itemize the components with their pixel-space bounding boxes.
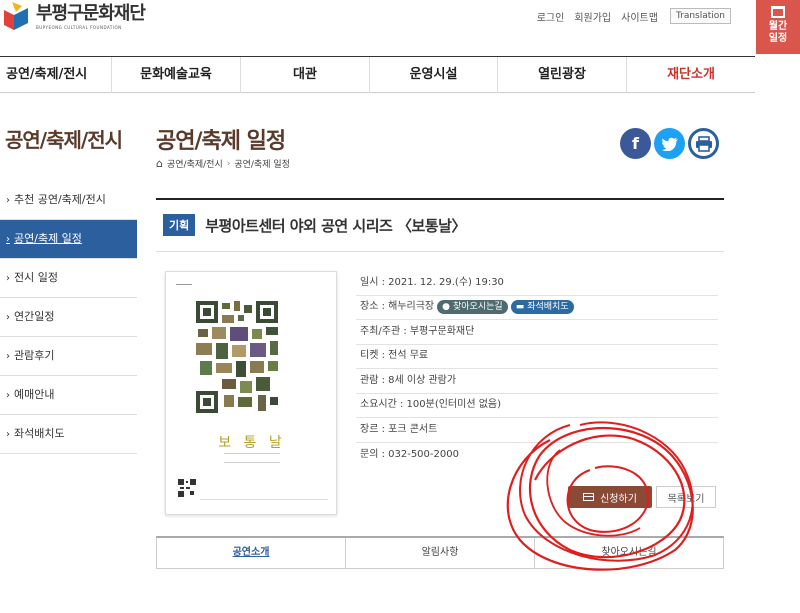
event-title: 부평아트센터 야외 공연 시리즈 〈보통날〉	[205, 216, 466, 235]
facebook-icon[interactable]: f	[620, 128, 651, 159]
sidebar-item-annual[interactable]: › 연간일정	[0, 298, 137, 337]
header: 부평구문화재단 BUPYEONG CULTURAL FOUNDATION 로그인…	[0, 0, 755, 50]
info-row-host: 주최/주관 : 부평구문화재단	[356, 320, 718, 345]
calendar-icon	[771, 6, 785, 18]
sidebar-item-label: 관람후기	[14, 349, 55, 362]
info-row-contact: 문의 : 032-500-2000	[356, 443, 718, 468]
chevron-right-icon: ›	[6, 351, 10, 362]
seat-icon: ▬	[515, 302, 525, 313]
utility-menu: 로그인 회원가입 사이트맵 Translation	[527, 8, 731, 24]
gnb-performance[interactable]: 공연/축제/전시	[0, 57, 112, 93]
location-pin-icon: ●	[442, 302, 450, 313]
card-icon	[583, 493, 595, 501]
poster-small-qr	[178, 479, 196, 497]
gnb-rental[interactable]: 대관	[241, 57, 370, 93]
apply-label: 신청하기	[600, 493, 637, 505]
info-row-genre: 장르 : 포크 콘서트	[356, 418, 718, 443]
detail-tabs: 공연소개 알림사항 찾아오시는길	[156, 536, 724, 569]
chevron-right-icon: ›	[6, 234, 10, 245]
chevron-right-icon: ›	[226, 158, 231, 169]
tab-introduction[interactable]: 공연소개	[157, 538, 346, 568]
chevron-right-icon: ›	[6, 429, 10, 440]
seating-label: 좌석배치도	[527, 302, 569, 313]
sidebar-item-booking-guide[interactable]: › 예매안내	[0, 376, 137, 415]
sidebar-item-label: 좌석배치도	[14, 427, 65, 440]
gnb-open-square[interactable]: 열린광장	[498, 57, 627, 93]
tab-notice[interactable]: 알림사항	[346, 538, 535, 568]
join-link[interactable]: 회원가입	[574, 9, 611, 24]
seating-badge[interactable]: ▬ 좌석배치도	[510, 300, 574, 315]
info-row-age: 관람 : 8세 이상 관람가	[356, 369, 718, 394]
event-header: 기획 부평아트센터 야외 공연 시리즈 〈보통날〉	[163, 214, 466, 236]
twitter-icon[interactable]	[654, 128, 685, 159]
info-contact: 문의 : 032-500-2000	[360, 448, 459, 460]
translation-button[interactable]: Translation	[669, 8, 731, 24]
list-button[interactable]: 목록보기	[656, 486, 716, 508]
sidebar-item-label: 전시 일정	[14, 271, 58, 284]
logo-subtitle: BUPYEONG CULTURAL FOUNDATION	[36, 24, 122, 30]
chevron-right-icon: ›	[6, 273, 10, 284]
breadcrumb-item[interactable]: 공연/축제 일정	[234, 157, 290, 170]
chevron-right-icon: ›	[6, 390, 10, 401]
info-venue: 장소 : 해누리극장	[360, 301, 435, 313]
sidebar-item-label: 추천 공연/축제/전시	[14, 193, 106, 206]
gnb-foundation[interactable]: 재단소개	[627, 57, 755, 93]
apply-button[interactable]: 신청하기	[568, 486, 652, 508]
chevron-right-icon: ›	[6, 312, 10, 323]
directions-badge[interactable]: ● 찾아오시는길	[437, 300, 508, 315]
info-host: 주최/주관 : 부평구문화재단	[360, 325, 475, 337]
gnb-education[interactable]: 문화예술교육	[112, 57, 241, 93]
info-date: 일시 : 2021. 12. 29.(수) 19:30	[360, 276, 504, 288]
info-row-date: 일시 : 2021. 12. 29.(수) 19:30	[356, 271, 718, 296]
divider	[156, 251, 724, 252]
poster-mark	[176, 284, 192, 290]
sidebar-item-recommended[interactable]: › 추천 공연/축제/전시	[0, 181, 137, 220]
sidebar-item-performance-schedule[interactable]: › 공연/축제 일정	[0, 220, 137, 259]
sidebar-item-exhibition[interactable]: › 전시 일정	[0, 259, 137, 298]
logo-icon	[4, 2, 28, 30]
directions-label: 찾아오시는길	[453, 302, 503, 313]
print-icon[interactable]	[688, 128, 719, 159]
info-duration: 소요시간 : 100분(인터미션 없음)	[360, 399, 501, 411]
sitemap-link[interactable]: 사이트맵	[621, 9, 658, 24]
breadcrumb: ⌂ 공연/축제/전시 › 공연/축제 일정	[156, 157, 290, 170]
event-poster: 보 통 날	[165, 271, 337, 515]
sidebar-title: 공연/축제/전시	[5, 128, 123, 152]
poster-footer	[200, 499, 328, 500]
info-row-duration: 소요시간 : 100분(인터미션 없음)	[356, 394, 718, 418]
share-buttons: f	[620, 128, 719, 159]
logo-title: 부평구문화재단	[36, 2, 146, 24]
event-info-list: 일시 : 2021. 12. 29.(수) 19:30 장소 : 해누리극장 ●…	[356, 271, 718, 467]
category-tag: 기획	[163, 214, 196, 236]
sidebar-item-label: 공연/축제 일정	[14, 232, 82, 245]
info-age: 관람 : 8세 이상 관람가	[360, 374, 457, 386]
breadcrumb-item[interactable]: 공연/축제/전시	[167, 157, 223, 170]
info-row-ticket: 티켓 : 전석 무료	[356, 345, 718, 369]
monthly-label-2: 일정	[768, 33, 788, 44]
logo[interactable]: 부평구문화재단 BUPYEONG CULTURAL FOUNDATION	[2, 0, 146, 32]
sidebar-item-reviews[interactable]: › 관람후기	[0, 337, 137, 376]
tab-directions[interactable]: 찾아오시는길	[535, 538, 723, 568]
divider	[156, 198, 724, 200]
info-genre: 장르 : 포크 콘서트	[360, 423, 438, 435]
info-ticket: 티켓 : 전석 무료	[360, 350, 429, 362]
poster-subtitle	[224, 453, 280, 463]
sidebar-item-seating[interactable]: › 좌석배치도	[0, 415, 137, 454]
chevron-right-icon: ›	[6, 195, 10, 206]
sidebar-nav: › 추천 공연/축제/전시 › 공연/축제 일정 › 전시 일정 › 연간일정 › 관람후…	[0, 181, 137, 454]
home-icon[interactable]: ⌂	[156, 157, 163, 170]
poster-title: 보 통 날	[218, 435, 286, 451]
info-row-venue: 장소 : 해누리극장 ● 찾아오시는길 ▬ 좌석배치도	[356, 296, 718, 320]
sidebar-item-label: 예매안내	[14, 388, 55, 401]
sidebar-item-label: 연간일정	[14, 310, 55, 323]
monthly-label-1: 월간	[768, 21, 788, 32]
page-title: 공연/축제 일정	[156, 129, 286, 154]
global-nav: 공연/축제/전시 문화예술교육 대관 운영시설 열린광장 재단소개	[0, 56, 755, 93]
poster-qr-art	[196, 301, 278, 413]
login-link[interactable]: 로그인	[537, 9, 565, 24]
gnb-facilities[interactable]: 운영시설	[370, 57, 498, 93]
monthly-schedule-tab[interactable]: 월간 일정	[756, 0, 800, 54]
